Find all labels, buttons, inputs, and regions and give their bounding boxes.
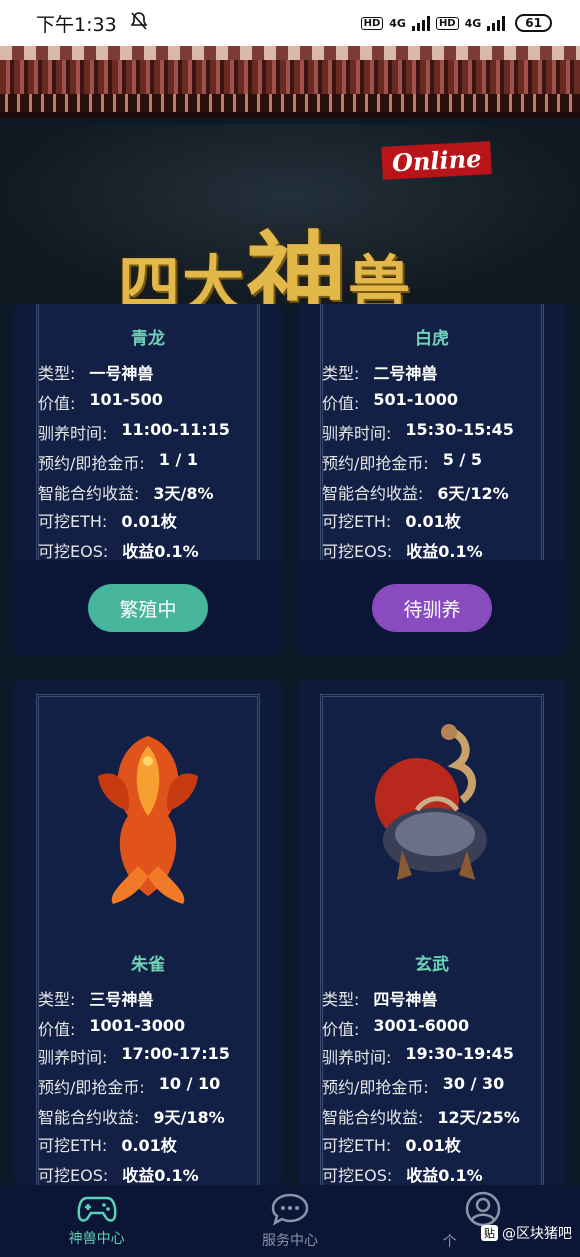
row-type: 类型: 四号神兽 bbox=[322, 990, 438, 1009]
row-profit: 智能合约收益: 3天/8% bbox=[38, 484, 214, 503]
online-badge: Online bbox=[381, 141, 493, 180]
signal-icon bbox=[411, 15, 430, 31]
beast-name: 玄武 bbox=[415, 955, 449, 975]
row-reserve: 预约/即抢金币: 30 / 30 bbox=[322, 1074, 505, 1097]
row-eth: 可挖ETH: 0.01枚 bbox=[38, 1136, 177, 1155]
row-eos: 可挖EOS: 收益0.1% bbox=[38, 1166, 199, 1185]
row-type: 类型: 二号神兽 bbox=[322, 364, 438, 383]
row-value: 价值: 1001-3000 bbox=[38, 1016, 186, 1039]
chat-bubble-icon bbox=[271, 1193, 309, 1226]
network-type: 4G bbox=[389, 16, 406, 30]
network-type: 4G bbox=[464, 16, 482, 30]
row-reserve: 预约/即抢金币: 1 / 1 bbox=[38, 450, 199, 473]
watermark-badge: 贴 bbox=[481, 1225, 498, 1241]
bell-off-icon bbox=[129, 11, 149, 36]
phoenix-icon bbox=[98, 736, 198, 904]
user-icon bbox=[466, 1191, 501, 1227]
row-time: 驯养时间: 19:30-19:45 bbox=[322, 1044, 514, 1067]
beast-name: 朱雀 bbox=[131, 955, 165, 975]
bottom-nav: 神兽中心 服务中心 个 贴 @区块猪吧 bbox=[0, 1185, 580, 1257]
row-profit: 智能合约收益: 9天/18% bbox=[38, 1108, 225, 1127]
hd-icon: HD bbox=[435, 16, 459, 30]
row-time: 驯养时间: 11:00-11:15 bbox=[38, 420, 230, 443]
tortoise-dragon-icon bbox=[375, 724, 487, 880]
row-eth: 可挖ETH: 0.01枚 bbox=[38, 512, 177, 531]
nav-label: 服务中心 bbox=[261, 1233, 318, 1249]
card-button-area: 繁殖中 bbox=[14, 560, 282, 656]
row-time: 驯养时间: 15:30-15:45 bbox=[322, 420, 514, 443]
status-bar: 下午1:33 HD 4G HD 4G 61 bbox=[0, 0, 580, 46]
row-eth: 可挖ETH: 0.01枚 bbox=[322, 512, 461, 531]
beast-name: 白虎 bbox=[415, 329, 449, 349]
beast-card-qinglong: 青龙 类型: 一号神兽 价值: 101-500 驯养时间: 11:00-11:15 预… bbox=[14, 304, 282, 656]
nav-personal[interactable]: 个 bbox=[387, 1185, 580, 1257]
row-reserve: 预约/即抢金币: 10 / 10 bbox=[38, 1074, 221, 1097]
beast-name: 青龙 bbox=[131, 329, 165, 349]
roof-banner bbox=[0, 46, 580, 118]
row-eth: 可挖ETH: 0.01枚 bbox=[322, 1136, 461, 1155]
gamepad-icon bbox=[77, 1196, 117, 1222]
awaiting-taming-button[interactable]: 待驯养 bbox=[372, 584, 492, 632]
row-value: 价值: 3001-6000 bbox=[322, 1016, 470, 1039]
nav-label: 个 bbox=[442, 1234, 457, 1250]
watermark: 贴 @区块猪吧 bbox=[481, 1223, 572, 1243]
battery-icon: 61 bbox=[515, 14, 552, 32]
row-profit: 智能合约收益: 6天/12% bbox=[322, 484, 509, 503]
row-eos: 可挖EOS: 收益0.1% bbox=[322, 1166, 483, 1185]
hero-header: Online 四大神兽 bbox=[0, 124, 580, 338]
hd-icon: HD bbox=[360, 16, 384, 30]
row-value: 价值: 101-500 bbox=[38, 390, 163, 413]
nav-service-center[interactable]: 服务中心 bbox=[193, 1185, 386, 1257]
row-value: 价值: 501-1000 bbox=[322, 390, 458, 413]
clock: 下午1:33 bbox=[36, 13, 117, 36]
row-profit: 智能合约收益: 12天/25% bbox=[322, 1108, 520, 1127]
row-eos: 可挖EOS: 收益0.1% bbox=[38, 542, 199, 561]
signal-icon bbox=[487, 15, 506, 31]
breeding-button[interactable]: 繁殖中 bbox=[88, 584, 208, 632]
watermark-text: @区块猪吧 bbox=[502, 1226, 572, 1242]
row-time: 驯养时间: 17:00-17:15 bbox=[38, 1044, 230, 1067]
beast-card-baihu: 白虎 类型: 二号神兽 价值: 501-1000 驯养时间: 15:30-15:45 … bbox=[298, 304, 566, 656]
row-reserve: 预约/即抢金币: 5 / 5 bbox=[322, 450, 483, 473]
nav-label: 神兽中心 bbox=[68, 1231, 125, 1247]
row-eos: 可挖EOS: 收益0.1% bbox=[322, 542, 483, 561]
row-type: 类型: 三号神兽 bbox=[38, 990, 154, 1009]
nav-beast-center[interactable]: 神兽中心 bbox=[0, 1185, 193, 1257]
row-type: 类型: 一号神兽 bbox=[38, 364, 154, 383]
beast-card-xuanwu: 玄武 类型: 四号神兽 价值: 3001-6000 驯养时间: 19:30-19:45… bbox=[298, 680, 566, 1185]
beast-card-zhuque: 朱雀 类型: 三号神兽 价值: 1001-3000 驯养时间: 17:00-17:15… bbox=[14, 680, 282, 1185]
card-button-area: 待驯养 bbox=[298, 560, 566, 656]
